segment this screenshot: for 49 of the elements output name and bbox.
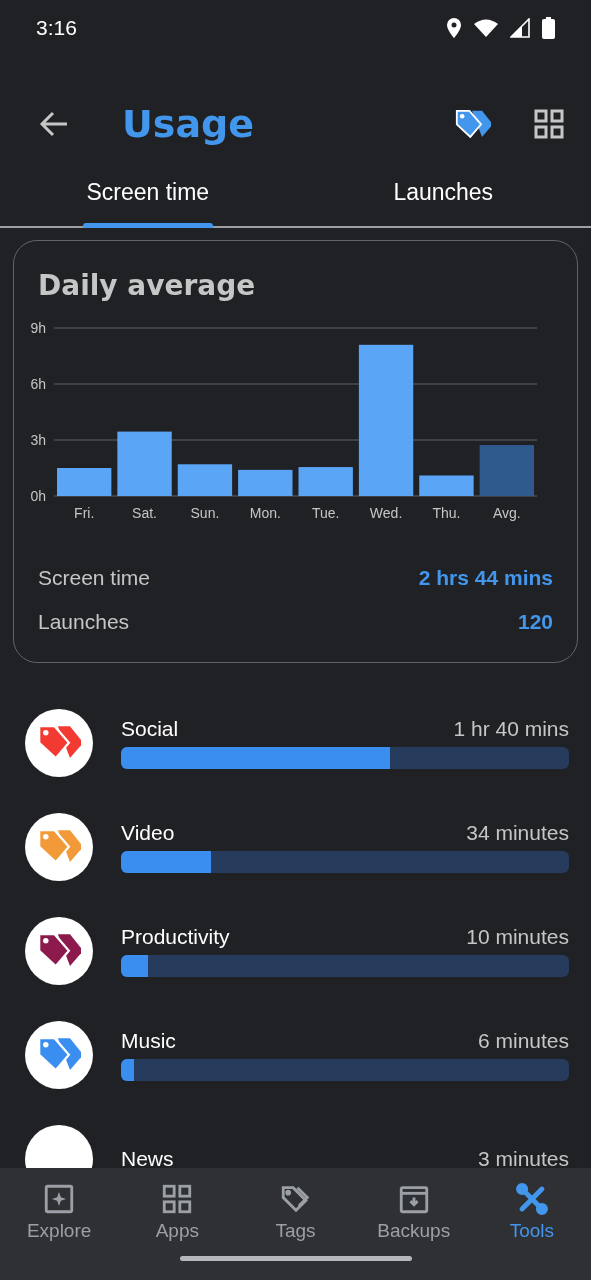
axis-label: Fri. — [74, 505, 95, 521]
stat-value: 120 — [517, 610, 553, 634]
chart-bar — [479, 445, 534, 496]
category-time: 6 minutes — [477, 1029, 569, 1053]
axis-label: 6h — [30, 376, 46, 392]
axis-label: Tue. — [311, 505, 340, 521]
chart-bar — [177, 464, 233, 496]
tools-icon — [514, 1182, 549, 1216]
wifi-icon — [474, 19, 498, 37]
nav-item[interactable]: Tags — [236, 1182, 355, 1242]
axis-label: 3h — [30, 432, 46, 448]
axis-label: Mon. — [249, 505, 281, 521]
page-title: Usage — [122, 102, 256, 146]
category-name: Social — [121, 717, 179, 741]
nav-item[interactable]: Explore — [0, 1182, 119, 1242]
chart-bar — [117, 431, 172, 496]
axis-label: Wed. — [369, 505, 403, 521]
category-name: Productivity — [121, 925, 230, 949]
axis-label: 0h — [30, 488, 46, 504]
category-name: News — [121, 1147, 174, 1168]
signal-icon — [510, 18, 530, 38]
nav-item[interactable]: Apps — [118, 1182, 237, 1242]
category-name: Video — [121, 821, 175, 845]
nav-item[interactable]: Tools — [472, 1182, 591, 1242]
status-time: 3:16 — [36, 16, 77, 40]
battery-icon — [542, 17, 555, 39]
tag-icon — [455, 108, 491, 140]
axis-label: Thu. — [432, 505, 461, 521]
chart-bar — [238, 469, 293, 496]
nav-item[interactable]: Backups — [354, 1182, 473, 1242]
category-name: Music — [121, 1029, 176, 1053]
axis-label: Avg. — [492, 505, 521, 521]
stat-label: Launches — [38, 610, 130, 634]
stat-label: Screen time — [38, 566, 151, 590]
chart-bar — [298, 467, 353, 496]
category-time: 1 hr 40 mins — [453, 717, 569, 741]
tab[interactable]: Launches — [295, 172, 591, 226]
category-time: 3 minutes — [477, 1147, 569, 1168]
stat-value: 2 hrs 44 mins — [418, 566, 553, 590]
card-title: Daily average — [38, 269, 257, 302]
category-time: 34 minutes — [466, 821, 569, 845]
axis-label: Sun. — [190, 505, 220, 521]
chart-bar — [419, 475, 474, 496]
axis-label: Sat. — [132, 505, 157, 521]
chart-bar — [57, 468, 112, 496]
tab[interactable]: Screen time — [0, 172, 296, 226]
category-time: 10 minutes — [466, 925, 569, 949]
location-icon — [446, 18, 462, 38]
axis-label: 9h — [30, 320, 46, 336]
